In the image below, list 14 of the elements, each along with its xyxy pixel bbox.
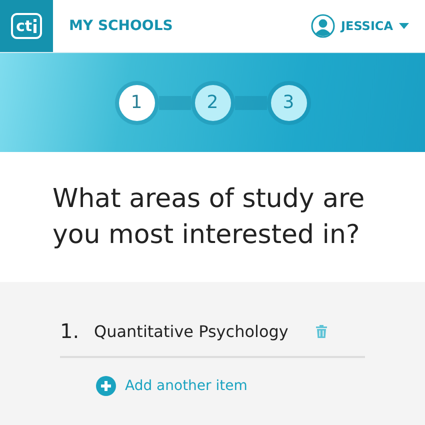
plus-icon[interactable] (96, 376, 116, 396)
step-button[interactable]: 3 (270, 84, 306, 120)
step-button[interactable]: 2 (194, 84, 230, 120)
add-item-link[interactable]: Add another item (125, 378, 248, 394)
user-avatar-icon[interactable] (311, 14, 336, 38)
logo[interactable]: ct (0, 0, 53, 52)
caret-icon[interactable] (399, 23, 409, 29)
my-schools-link[interactable]: MY SCHOOLS (69, 18, 173, 34)
question-heading: What areas of study are you most interested in? (52, 182, 366, 252)
user-menu[interactable]: JESSICA (341, 19, 393, 33)
step-button[interactable]: 1 (118, 84, 154, 120)
item-text: Quantitative Psychology (94, 322, 288, 340)
item-number: 1. (60, 319, 80, 343)
trash-icon[interactable] (316, 324, 328, 338)
